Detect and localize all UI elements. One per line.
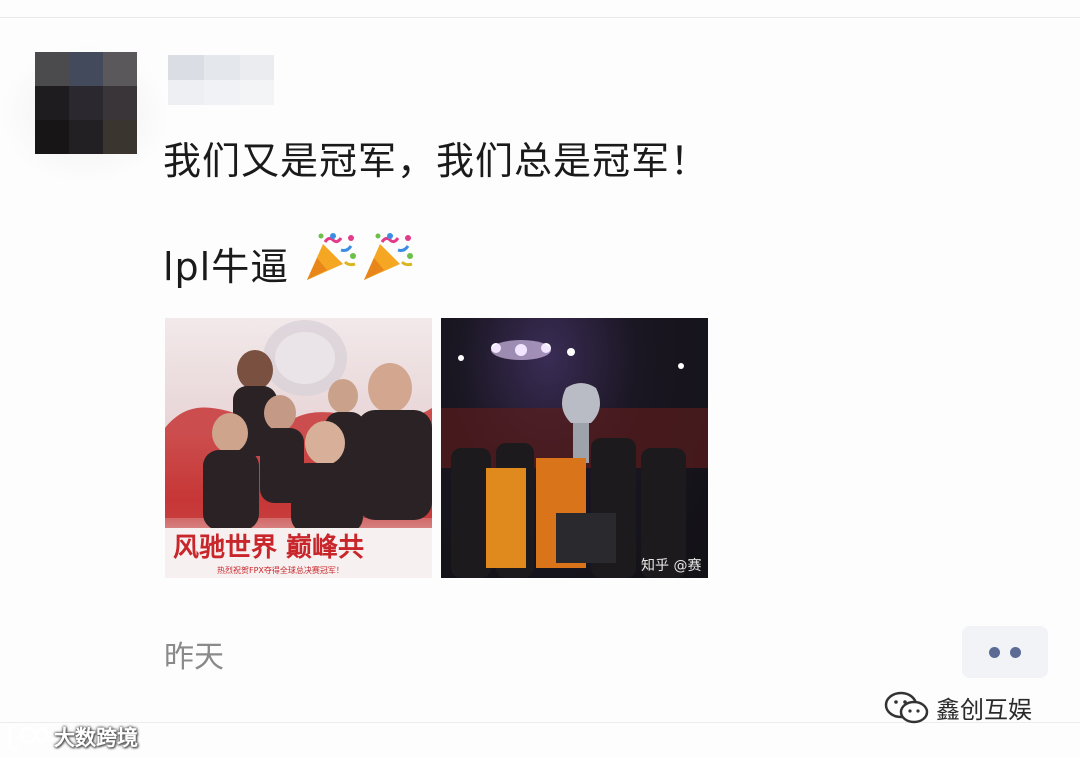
post-timestamp: 昨天 <box>164 640 224 675</box>
post-text-line1: 我们又是冠军，我们总是冠军！ <box>163 139 710 183</box>
watermark-left: 大数跨境 <box>6 722 138 752</box>
watermark-right: 鑫创互娱 <box>884 690 1032 725</box>
image-watermark: 知乎 @赛 <box>641 557 701 574</box>
poster-subcaption: 热烈祝贺FPX夺得全球总决赛冠军！ <box>217 565 344 575</box>
party-popper-icon <box>307 233 356 280</box>
post-image-2[interactable]: 知乎 @赛 <box>441 318 708 578</box>
team-poster-image: 风驰世界 巅峰共 热烈祝贺FPX夺得全球总决赛冠军！ <box>165 320 432 578</box>
moment-post: 我们又是冠军，我们总是冠军！ lpl牛逼 风驰世界 巅峰共 热烈祝贺FPX夺得全… <box>0 0 1080 757</box>
post-image-1[interactable]: 风驰世界 巅峰共 热烈祝贺FPX夺得全球总决赛冠军！ <box>165 318 432 578</box>
brand-logo-icon <box>8 726 50 751</box>
wechat-icon <box>884 691 929 723</box>
more-button[interactable] <box>962 626 1048 678</box>
nickname[interactable] <box>168 55 274 105</box>
party-popper-icon <box>364 233 413 280</box>
more-dots-icon <box>989 647 1000 658</box>
trophy-celebration-image: 知乎 @赛 <box>441 340 708 578</box>
top-divider <box>0 17 1080 18</box>
post-text-line2: lpl牛逼 <box>163 245 290 289</box>
watermark-right-text: 鑫创互娱 <box>936 696 1032 724</box>
avatar[interactable] <box>0 44 170 184</box>
poster-caption: 风驰世界 巅峰共 <box>173 533 364 563</box>
more-dots-icon <box>1010 647 1021 658</box>
watermark-left-text: 大数跨境 <box>54 726 138 750</box>
